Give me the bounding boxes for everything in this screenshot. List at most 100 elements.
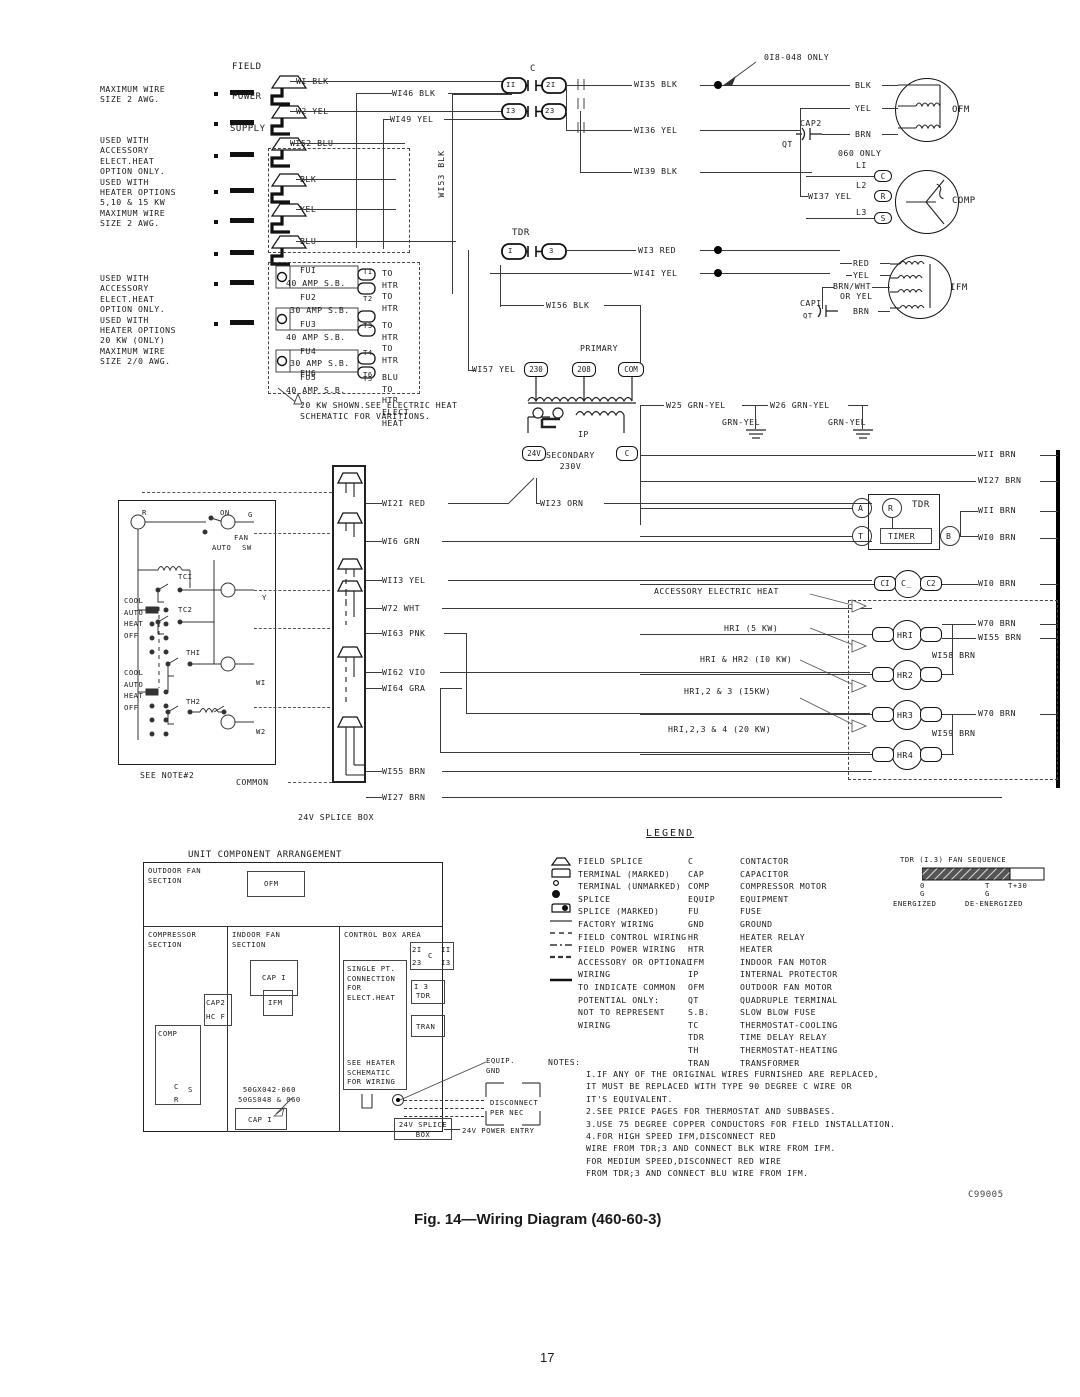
legend-abbr: C [688, 856, 694, 866]
tdr-term-r-label: R [888, 503, 894, 513]
drawing-code: C99005 [968, 1190, 1004, 1200]
note-line: MAXIMUM WIRE [100, 345, 166, 356]
mode-label: OFF [124, 702, 139, 712]
comp-term-r: R [874, 190, 892, 202]
unit-ct-13: I3 [441, 958, 451, 967]
contactor-term-c2: C2 [920, 576, 942, 591]
wire-drop-w146 [356, 93, 357, 248]
tdr-timer-link [892, 517, 893, 529]
tdr-term-b-label: B [946, 531, 952, 541]
note-line: HEATER OPTIONS [100, 325, 177, 336]
contactor-c [501, 77, 585, 133]
wire-line-w156-drop [640, 305, 641, 363]
legend-abbr: IFM [688, 956, 705, 967]
unit-ct-c: C [428, 951, 433, 960]
hr1-w155-line [942, 638, 976, 639]
wire-w25-grn-yel: W25 GRN-YEL [666, 400, 726, 410]
line-w127 [366, 797, 382, 798]
legend-abbr: HTR [688, 944, 705, 955]
legend-meaning: OUTDOOR FAN MOTOR [740, 981, 833, 992]
notes-body: I.IF ANY OF THE ORIGINAL WIRES FURNISHED… [586, 1068, 895, 1180]
note-arrow-018 [722, 61, 757, 86]
wire-line-w136 [566, 130, 632, 131]
thermostat-switch-auto: AUTO [212, 543, 232, 552]
line-w113b [448, 580, 872, 581]
line-w164-drop [440, 688, 441, 752]
note-item-line: FROM TDR;3 AND CONNECT BLU WIRE FROM IFM… [586, 1168, 809, 1179]
splice-box-line: BOX [415, 1129, 431, 1139]
wire-w141-yel: WI4I YEL [634, 268, 678, 278]
note-item-line: FOR MEDIUM SPEED,DISCONNECT RED WIRE [586, 1155, 782, 1166]
note-line: USED WITH [100, 314, 149, 325]
wire-w135-blk: WI35 BLK [634, 79, 678, 89]
comp-line-to-c [806, 176, 874, 177]
unit-cap1-top-label: CAP I [262, 973, 287, 982]
wire-line-w2 [290, 111, 510, 112]
line-w121b [448, 503, 508, 504]
wire-line-w149 [383, 119, 391, 120]
sec-line: 230V [559, 461, 582, 471]
hr3-hr4-link [952, 714, 953, 754]
note-line: HEATER OPTIONS [100, 187, 177, 198]
unit-gnd-symbol [361, 1094, 373, 1109]
note-line: MAXIMUM WIRE [100, 84, 166, 94]
thermostat-dev-tc1: TCI [178, 572, 193, 581]
to-text: TO [382, 268, 393, 278]
fan-seq-sub-g1: G [920, 889, 925, 898]
legend-meaning: TIME DELAY RELAY [740, 1032, 827, 1043]
ofm-windings [898, 84, 941, 130]
ifm-lead-red: RED [853, 258, 870, 268]
gnd-bus-left [640, 405, 641, 525]
fuse-callout-arrow [277, 387, 303, 405]
wire-line-w3 [566, 250, 636, 251]
qt-label-ofm: QT [782, 139, 793, 149]
fan-seq-tick-t30: T+30 [1008, 881, 1028, 890]
splice-wire-w164-gra: WI64 GRA [382, 683, 426, 693]
line-w16b [442, 541, 872, 542]
tran-sec-c: C [616, 446, 638, 461]
legend-abbr: IP [688, 969, 699, 980]
section-line: OUTDOOR FAN [148, 866, 202, 875]
hr3-left-line [640, 714, 872, 715]
wire-w157-yel: WI57 YEL [472, 364, 516, 374]
legend-meaning: FUSE [740, 906, 762, 917]
dash-link-y [254, 590, 330, 591]
section-line: COMPRESSOR [148, 930, 197, 939]
wire-w139-blk: WI39 BLK [634, 166, 678, 176]
ifm-lead-yel: YEL [853, 270, 870, 280]
legend-meaning: GROUND [740, 918, 773, 929]
fuse-term-t1: TI [363, 267, 373, 276]
ground-symbol-2 [853, 429, 873, 439]
to-text: TO [382, 320, 393, 330]
bus-wire-w127-brn: WI27 BRN [978, 475, 1022, 485]
hr1-term-right [920, 627, 942, 642]
legend-entry: FACTORY WIRING [578, 918, 655, 929]
ifm-yel-in [846, 275, 852, 276]
line-w162 [366, 672, 382, 673]
wire-line-w139b [700, 172, 812, 173]
thermostat-term-y: Y [262, 593, 267, 602]
splice-box-title: 24V SPLICE BOX [298, 812, 375, 822]
legend-entry: WIRING [578, 1019, 611, 1030]
figure-caption: Fig. 14—Wiring Diagram (460-60-3) [414, 1211, 662, 1228]
bus-wire-w10-brn-2: WI0 BRN [978, 578, 1017, 588]
legend-meaning: HEATER RELAY [740, 931, 806, 942]
bus-label-w153-blk: WI53 BLK [436, 150, 446, 198]
note-line: USED WITH [100, 273, 149, 283]
label-power: POWER [232, 92, 262, 102]
mode-label: HEAT [124, 619, 144, 628]
bus-line-w127a [640, 481, 976, 482]
accessory-splice-dashbox [268, 148, 410, 253]
wire-line-w157 [468, 250, 469, 370]
tdr-term-1: I [508, 246, 513, 255]
splice-wire-w155-brn: WI55 BRN [382, 766, 426, 776]
legend-meaning: HEATER [740, 944, 773, 955]
legend-abbr: S.B. [688, 1007, 710, 1018]
unit-disconnect-dash1 [404, 1100, 484, 1101]
notes-title: NOTES: [548, 1057, 581, 1067]
sec-line: SECONDARY [546, 450, 595, 460]
legend-abbr: TDR [688, 1032, 705, 1043]
note-line: SIZE 2 AWG. [100, 94, 160, 105]
line-w163b [444, 633, 466, 634]
label-field: FIELD [232, 62, 262, 72]
